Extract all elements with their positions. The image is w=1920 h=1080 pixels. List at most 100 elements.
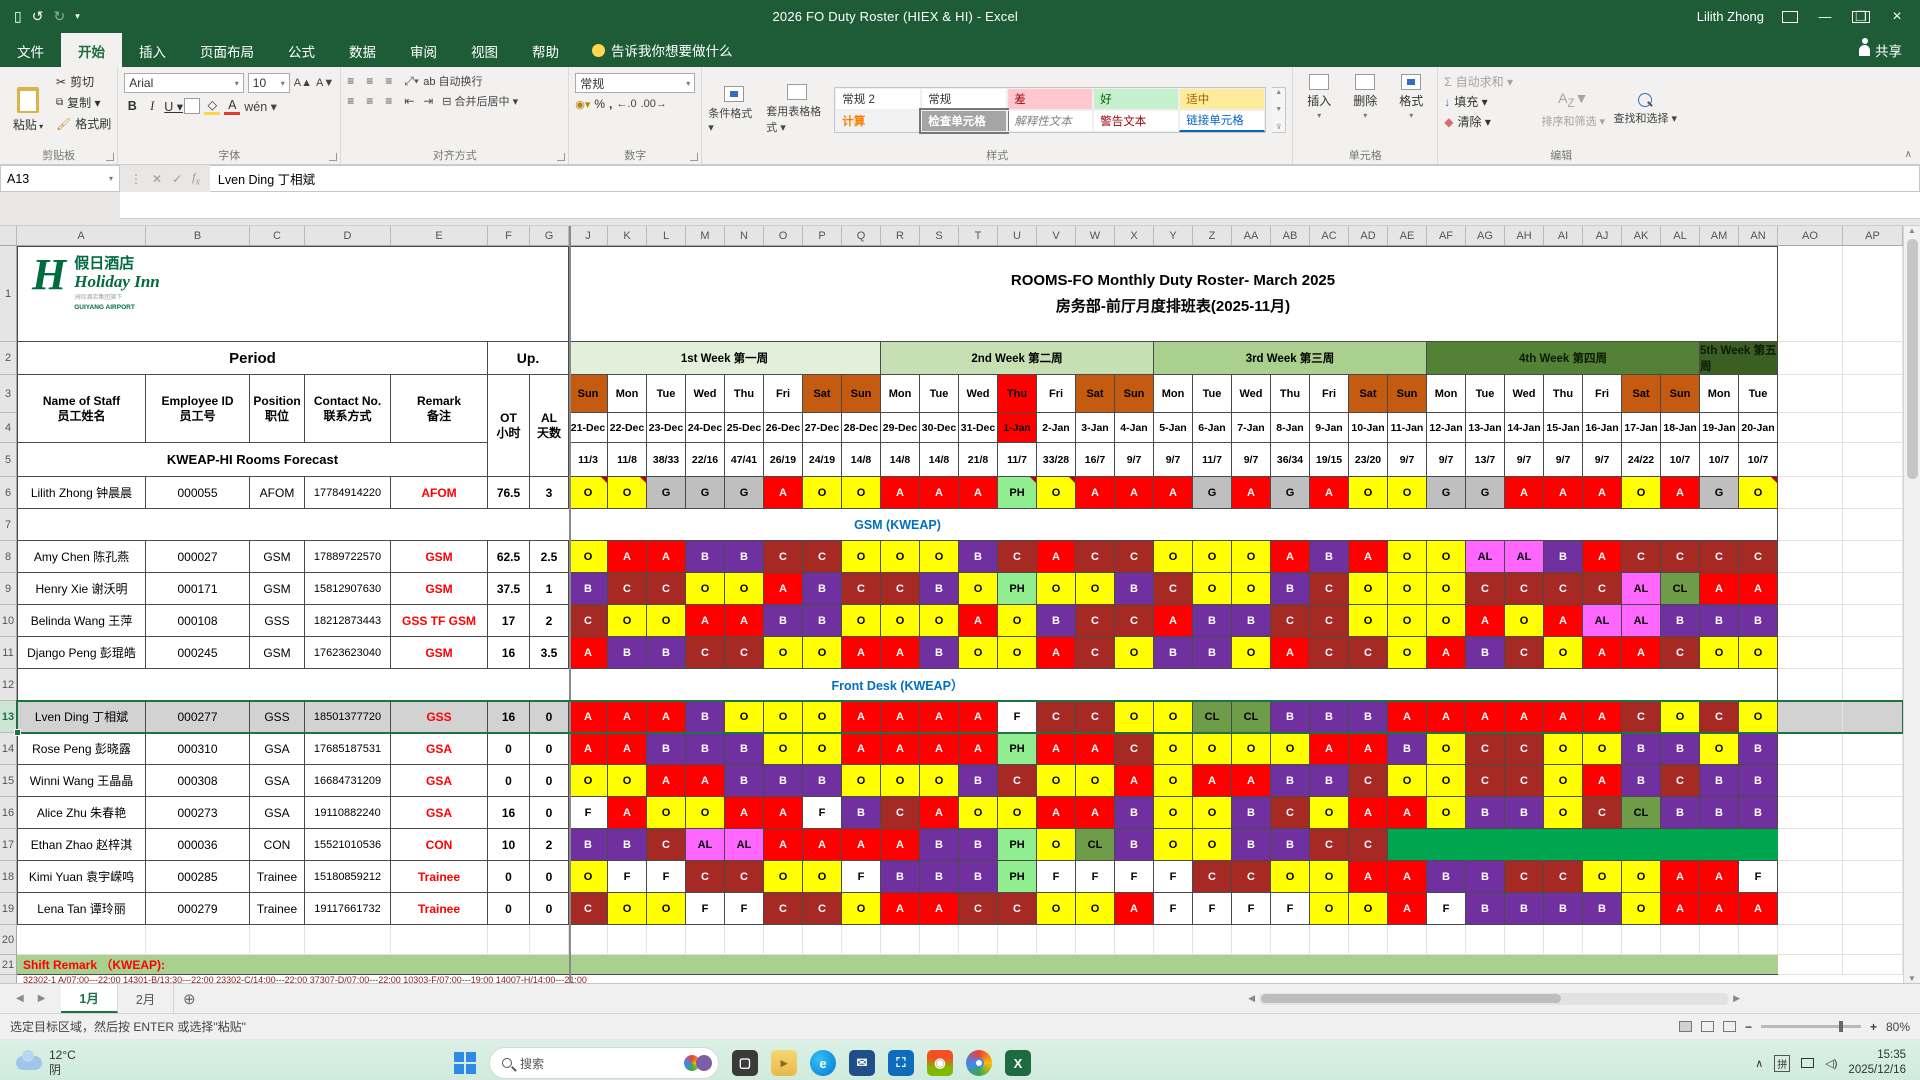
cell-AO16[interactable] (1778, 797, 1843, 829)
shift-cell[interactable]: C (725, 861, 764, 893)
shift-cell[interactable]: C (647, 829, 686, 861)
shift-cell[interactable]: A (764, 829, 803, 861)
staff-remark[interactable]: Trainee (391, 893, 488, 925)
day-header-15[interactable]: Mon (1154, 375, 1193, 413)
shift-cell[interactable]: A (647, 541, 686, 573)
day-header-12[interactable]: Fri (1037, 375, 1076, 413)
forecast-7[interactable]: 14/8 (842, 443, 881, 477)
staff-name[interactable]: Rose Peng 彭晓露 (17, 733, 146, 765)
italic-button[interactable]: I (144, 99, 160, 114)
menu-tab-公式[interactable]: 公式 (271, 33, 332, 67)
date-header-11[interactable]: 1-Jan (998, 413, 1037, 443)
forecast-21[interactable]: 9/7 (1388, 443, 1427, 477)
cell-AP8[interactable] (1843, 541, 1903, 573)
staff-al[interactable]: 3 (530, 477, 569, 509)
forecast-10[interactable]: 21/8 (959, 443, 998, 477)
date-header-15[interactable]: 5-Jan (1154, 413, 1193, 443)
menu-tab-数据[interactable]: 数据 (332, 33, 393, 67)
forecast-30[interactable]: 10/7 (1739, 443, 1778, 477)
day-header-18[interactable]: Thu (1271, 375, 1310, 413)
shift-cell[interactable]: O (920, 605, 959, 637)
staff-name[interactable]: Lilith Zhong 钟晨晨 (17, 477, 146, 509)
shift-cell[interactable]: O (1622, 861, 1661, 893)
date-header-28[interactable]: 18-Jan (1661, 413, 1700, 443)
shift-cell[interactable]: O (1349, 573, 1388, 605)
shift-cell[interactable]: B (959, 829, 998, 861)
header-remark[interactable]: Remark 备注 (391, 375, 488, 443)
header-al[interactable]: AL 天数 (530, 375, 569, 477)
day-header-19[interactable]: Fri (1310, 375, 1349, 413)
row-header-6[interactable]: 6 (0, 477, 17, 509)
row-header-5[interactable]: 5 (0, 443, 17, 477)
qat-customize-icon[interactable]: ▾ (75, 11, 80, 22)
shift-cell[interactable]: A (1349, 541, 1388, 573)
shift-cell[interactable]: B (1661, 605, 1700, 637)
shift-cell[interactable]: O (1271, 733, 1310, 765)
staff-remark[interactable]: Trainee (391, 861, 488, 893)
staff-contact[interactable]: 17623623040 (305, 637, 391, 669)
font-color-icon[interactable]: A (224, 98, 241, 115)
shift-cell[interactable]: C (1076, 605, 1115, 637)
shift-cell[interactable]: O (1037, 893, 1076, 925)
shift-cell[interactable]: C (803, 541, 842, 573)
forecast-14[interactable]: 9/7 (1115, 443, 1154, 477)
column-header-J[interactable]: J (569, 226, 608, 246)
shift-cell[interactable]: C (1076, 701, 1115, 733)
paste-button[interactable]: 粘贴 ▾ (6, 71, 50, 148)
cell-AP1[interactable] (1843, 246, 1903, 342)
shift-cell[interactable]: A (881, 637, 920, 669)
shift-cell[interactable]: O (842, 605, 881, 637)
vscroll-up-icon[interactable]: ▲ (1908, 226, 1916, 235)
find-select-button[interactable]: 查找和选择 ▾ (1612, 71, 1678, 148)
column-header-B[interactable]: B (146, 226, 250, 246)
shift-cell[interactable]: A (1505, 477, 1544, 509)
forecast-27[interactable]: 24/22 (1622, 443, 1661, 477)
shift-cell[interactable]: A (1739, 893, 1778, 925)
shift-cell[interactable]: O (608, 765, 647, 797)
cell-style-解释性文本[interactable]: 解释性文本 (1007, 109, 1094, 132)
staff-ot[interactable]: 0 (488, 861, 530, 893)
staff-position[interactable]: GSA (250, 733, 305, 765)
cell-r20[interactable] (146, 925, 250, 955)
fill-button[interactable]: ↓ 填充 ▾ (1444, 93, 1534, 110)
shift-cell[interactable]: O (842, 541, 881, 573)
shift-cell[interactable]: CL (1622, 797, 1661, 829)
shift-cell[interactable]: B (1115, 829, 1154, 861)
shift-cell[interactable]: A (1544, 701, 1583, 733)
shift-cell[interactable]: A (1349, 797, 1388, 829)
shift-cell[interactable]: O (881, 541, 920, 573)
shift-cell[interactable]: A (1583, 477, 1622, 509)
staff-remark[interactable]: GSM (391, 637, 488, 669)
cell-AP21[interactable] (1843, 955, 1903, 975)
shift-cell[interactable]: A (1700, 893, 1739, 925)
shift-cell[interactable]: F (1154, 893, 1193, 925)
shift-cell[interactable]: O (1427, 605, 1466, 637)
shift-cell[interactable]: C (686, 637, 725, 669)
shift-cell[interactable]: A (1349, 733, 1388, 765)
shift-cell[interactable]: C (1154, 573, 1193, 605)
shift-cell[interactable]: B (1505, 893, 1544, 925)
cell-r20[interactable] (803, 925, 842, 955)
column-header-AA[interactable]: AA (1232, 226, 1271, 246)
period-header[interactable]: Period (17, 342, 488, 375)
column-header-C[interactable]: C (250, 226, 305, 246)
column-header-AL[interactable]: AL (1661, 226, 1700, 246)
shift-cell[interactable]: O (569, 861, 608, 893)
bold-button[interactable]: B (124, 99, 140, 113)
shift-cell[interactable]: A (1349, 861, 1388, 893)
shift-cell[interactable]: O (1427, 573, 1466, 605)
shift-cell[interactable]: A (1271, 541, 1310, 573)
cell-AP7[interactable] (1843, 509, 1903, 541)
cell-r20[interactable] (1388, 925, 1427, 955)
shift-cell[interactable]: F (998, 701, 1037, 733)
shift-cell[interactable]: C (1661, 637, 1700, 669)
format-painter-button[interactable]: 🖌︎ 格式刷 (56, 115, 111, 132)
align-left-icon[interactable]: ≡ (347, 94, 362, 108)
shift-cell[interactable]: G (725, 477, 764, 509)
shift-cell[interactable]: O (1739, 701, 1778, 733)
cell-r20[interactable] (1843, 925, 1903, 955)
day-header-20[interactable]: Sat (1349, 375, 1388, 413)
staff-id[interactable]: 000108 (146, 605, 250, 637)
shift-cell[interactable]: C (725, 637, 764, 669)
staff-contact[interactable]: 18501377720 (305, 701, 391, 733)
